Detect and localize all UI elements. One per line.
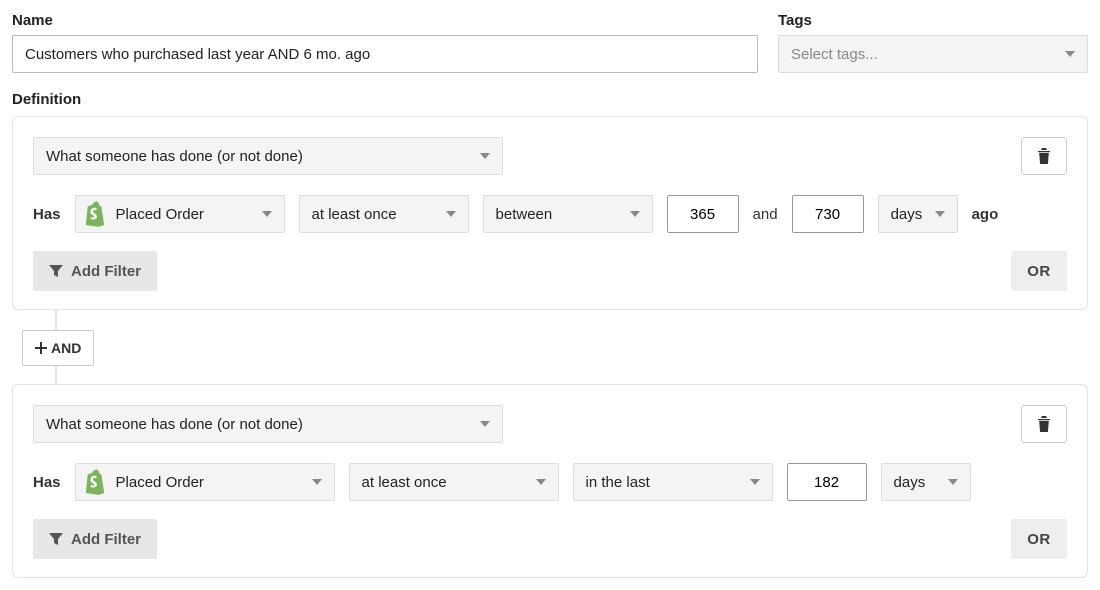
plus-icon: [35, 342, 47, 354]
chevron-down-icon: [630, 211, 640, 217]
definition-block: What someone has done (or not done) Has …: [12, 116, 1088, 310]
filter-icon: [49, 532, 63, 546]
event-select[interactable]: Placed Order: [75, 195, 285, 233]
filter-icon: [49, 264, 63, 278]
chevron-down-icon: [262, 211, 272, 217]
has-label: Has: [33, 474, 61, 491]
tags-select[interactable]: Select tags...: [778, 35, 1088, 73]
chevron-down-icon: [1065, 51, 1075, 57]
unit-select[interactable]: days: [881, 463, 971, 501]
time-mode-value: between: [496, 206, 553, 223]
frequency-select[interactable]: at least once: [349, 463, 559, 501]
event-value: Placed Order: [116, 206, 204, 223]
and-button[interactable]: AND: [22, 330, 94, 366]
definition-block: What someone has done (or not done) Has …: [12, 384, 1088, 578]
event-value: Placed Order: [116, 474, 204, 491]
name-label: Name: [12, 12, 758, 29]
chevron-down-icon: [750, 479, 760, 485]
chevron-down-icon: [935, 211, 945, 217]
add-filter-label: Add Filter: [71, 263, 141, 280]
trash-icon: [1037, 148, 1051, 164]
condition-type-select[interactable]: What someone has done (or not done): [33, 405, 503, 443]
event-select[interactable]: Placed Order: [75, 463, 335, 501]
delete-button[interactable]: [1021, 405, 1067, 443]
unit-value: days: [891, 206, 923, 223]
condition-type-value: What someone has done (or not done): [46, 148, 303, 165]
frequency-value: at least once: [362, 474, 447, 491]
unit-value: days: [894, 474, 926, 491]
and-label: AND: [51, 340, 81, 356]
ago-label: ago: [972, 206, 999, 223]
condition-type-value: What someone has done (or not done): [46, 416, 303, 433]
trash-icon: [1037, 416, 1051, 432]
tags-label: Tags: [778, 12, 1088, 29]
value1-input[interactable]: [787, 463, 867, 501]
add-filter-label: Add Filter: [71, 531, 141, 548]
time-mode-value: in the last: [586, 474, 650, 491]
delete-button[interactable]: [1021, 137, 1067, 175]
frequency-value: at least once: [312, 206, 397, 223]
chevron-down-icon: [480, 153, 490, 159]
frequency-select[interactable]: at least once: [299, 195, 469, 233]
chevron-down-icon: [480, 421, 490, 427]
condition-type-select[interactable]: What someone has done (or not done): [33, 137, 503, 175]
add-filter-button[interactable]: Add Filter: [33, 519, 157, 559]
tags-placeholder: Select tags...: [791, 46, 878, 63]
and-connector-label: and: [753, 206, 778, 223]
name-input[interactable]: [12, 35, 758, 73]
chevron-down-icon: [536, 479, 546, 485]
chevron-down-icon: [312, 479, 322, 485]
unit-select[interactable]: days: [878, 195, 958, 233]
definition-label: Definition: [12, 91, 1088, 108]
or-button[interactable]: OR: [1011, 251, 1067, 291]
time-mode-select[interactable]: between: [483, 195, 653, 233]
value1-input[interactable]: [667, 195, 739, 233]
has-label: Has: [33, 206, 61, 223]
time-mode-select[interactable]: in the last: [573, 463, 773, 501]
and-connector: AND: [12, 310, 1088, 384]
shopify-icon: [84, 469, 106, 495]
add-filter-button[interactable]: Add Filter: [33, 251, 157, 291]
chevron-down-icon: [948, 479, 958, 485]
chevron-down-icon: [446, 211, 456, 217]
or-button[interactable]: OR: [1011, 519, 1067, 559]
value2-input[interactable]: [792, 195, 864, 233]
shopify-icon: [84, 201, 106, 227]
